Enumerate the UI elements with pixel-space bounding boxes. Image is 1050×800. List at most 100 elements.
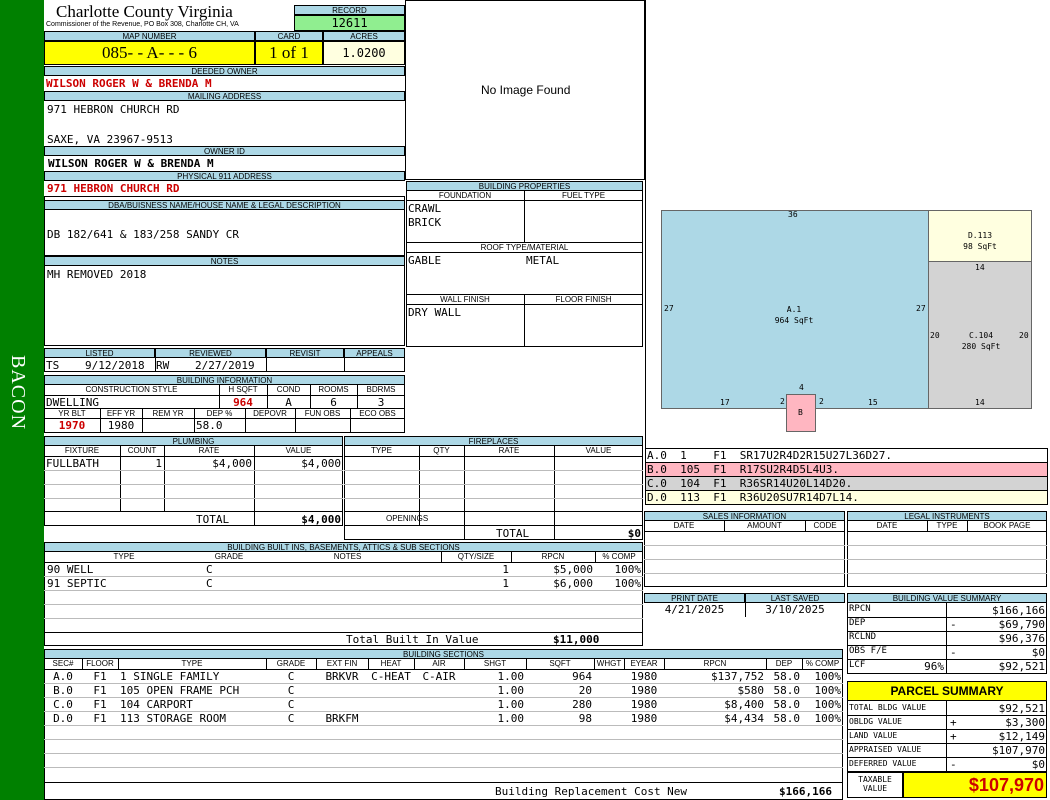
legal-header-date: DATE [876, 521, 898, 530]
parcel-summary-value: $92,521 [998, 702, 1045, 715]
physical-address: 971 HEBRON CHURCH RD [47, 182, 180, 195]
area-d-name: D.113 [967, 231, 993, 240]
building-info-title: BUILDING INFORMATION [44, 375, 405, 385]
section-rpcn: $8,400 [724, 698, 764, 711]
section-sec: D.0 [53, 712, 73, 725]
sections-header-heat: HEAT [380, 659, 402, 668]
fireplace-header-type: TYPE [371, 446, 392, 455]
dim-d-bottom: 14 [975, 263, 985, 272]
builtin-comp: 100% [614, 563, 642, 576]
revisit-label: REVISIT [266, 348, 344, 358]
listed-date: 9/12/2018 [85, 359, 145, 372]
plumbing-total: $4,000 [301, 513, 341, 526]
roof-type: GABLE [408, 254, 442, 267]
builtin-grade: C [206, 563, 213, 576]
section-eyear: 1980 [630, 684, 658, 697]
section-shgt: 1.00 [497, 698, 525, 711]
office-address: Commissioner of the Revenue, PO Box 308,… [46, 21, 239, 28]
dim-c-bottom: 14 [975, 398, 985, 407]
fireplace-openings-label: OPENINGS [386, 514, 429, 523]
owner-id: WILSON ROGER W & BRENDA M [48, 157, 214, 170]
yrblt-value: 1970 [58, 419, 86, 432]
sections-header-whgt: WHGT [596, 659, 622, 668]
value-summary-label: RCLND [849, 632, 877, 642]
taxable-label-box: TAXABLE VALUE [847, 772, 903, 798]
dim-a-right: 27 [916, 304, 926, 313]
yrblt-label: YR BLT [58, 409, 86, 418]
value-summary-value: $92,521 [998, 660, 1045, 673]
card-number: 1 of 1 [255, 41, 323, 65]
listed-by: TS [46, 359, 60, 372]
builtin-qty: 1 [502, 577, 509, 590]
fireplaces-title: FIREPLACES [344, 436, 643, 446]
plumbing-header-count: COUNT [127, 446, 157, 455]
card-label: CARD [255, 31, 323, 41]
county-header: Charlotte County Virginia Commissioner o… [46, 2, 294, 32]
last-saved-label: LAST SAVED [745, 593, 845, 603]
acres-label: ACRES [323, 31, 405, 41]
parcel-summary-label: DEFERRED VALUE [849, 759, 917, 768]
legend-row-b: B.0 105 F1 R17SU2R4D5L4U3. [645, 462, 1048, 477]
value-summary-value: $0 [1031, 646, 1045, 659]
section-rpcn: $580 [737, 684, 765, 697]
sections-header-air: AIR [432, 659, 446, 668]
rooms-label: ROOMS [318, 385, 349, 394]
section-sqft: 98 [578, 712, 592, 725]
reviewed-by: RW [156, 359, 170, 372]
sections-header-grade: GRADE [276, 659, 306, 668]
section-comp: 100% [814, 670, 842, 683]
plumbing-title: PLUMBING [44, 436, 343, 446]
replacement-cost-total: $166,166 [779, 785, 832, 798]
remyr-label: REM YR [152, 409, 184, 418]
section-heat: C-HEAT [371, 670, 411, 683]
builtins-title: BUILDING BUILT INS, BASEMENTS, ATTICS & … [44, 542, 643, 552]
deeded-owner-label: DEEDED OWNER [44, 66, 405, 76]
effyr-label: EFF YR [106, 409, 136, 418]
legend-row-d: D.0 113 F1 R36U20SU7R14D7L14. [645, 490, 1048, 505]
value-summary-label: DEP [849, 618, 866, 628]
owner-id-label: OWNER ID [44, 146, 405, 156]
sections-header-floor: FLOOR [86, 659, 114, 668]
no-image-text: No Image Found [481, 83, 571, 97]
value-summary-label: OBS F/E [849, 646, 887, 656]
dep-value: 58.0 [196, 419, 223, 432]
reviewed-label: REVIEWED [155, 348, 266, 358]
print-date-label: PRINT DATE [644, 593, 745, 603]
mailing-address-label: MAILING ADDRESS [44, 91, 405, 101]
section-floor: F1 [93, 698, 107, 711]
builtin-type: 90 WELL [47, 563, 94, 576]
dim-a-top: 36 [788, 210, 798, 219]
fuel-type-label: FUEL TYPE [561, 191, 606, 200]
sections-header-dep: DEP [775, 659, 793, 668]
section-type: 105 OPEN FRAME PCH [120, 684, 240, 697]
foundation-value-1: CRAWL [408, 202, 442, 215]
dep-label: DEP % [206, 409, 233, 418]
section-sqft: 280 [572, 698, 592, 711]
fireplace-header-rate: RATE [498, 446, 520, 455]
mailing-line-2: SAXE, VA 23967-9513 [47, 133, 173, 146]
sales-header-amount: AMOUNT [747, 521, 782, 530]
area-b-name: B [798, 408, 803, 417]
legal-title: LEGAL INSTRUMENTS [847, 511, 1047, 521]
appeals-label: APPEALS [344, 348, 405, 358]
section-grade: C [287, 712, 295, 725]
fireplace-total-label: TOTAL [496, 527, 530, 540]
sections-header-eyear: EYEAR [630, 659, 658, 668]
section-type: 1 SINGLE FAMILY [120, 670, 220, 683]
area-d-sqft: 98 SqFt [963, 242, 997, 251]
photo-panel: No Image Found [405, 0, 645, 180]
value-summary-value: $69,790 [998, 618, 1045, 631]
dim-a-bottom-2: 15 [868, 398, 878, 407]
builtin-rpcn: $6,000 [553, 577, 593, 590]
fireplace-header-qty: QTY [433, 446, 450, 455]
builtins-total: $11,000 [553, 633, 600, 646]
foundation-value-2: BRICK [408, 216, 442, 229]
sections-header-ext-fin: EXT FIN [326, 659, 358, 668]
dim-c-left: 20 [930, 331, 940, 340]
sections-header-sec: SEC# [52, 659, 74, 668]
parcel-summary-label: LAND VALUE [849, 731, 898, 740]
section-eyear: 1980 [630, 670, 658, 683]
parcel-summary-title: PARCEL SUMMARY [847, 681, 1047, 701]
county-title: Charlotte County Virginia [56, 2, 233, 21]
section-rpcn: $137,752 [711, 670, 764, 683]
